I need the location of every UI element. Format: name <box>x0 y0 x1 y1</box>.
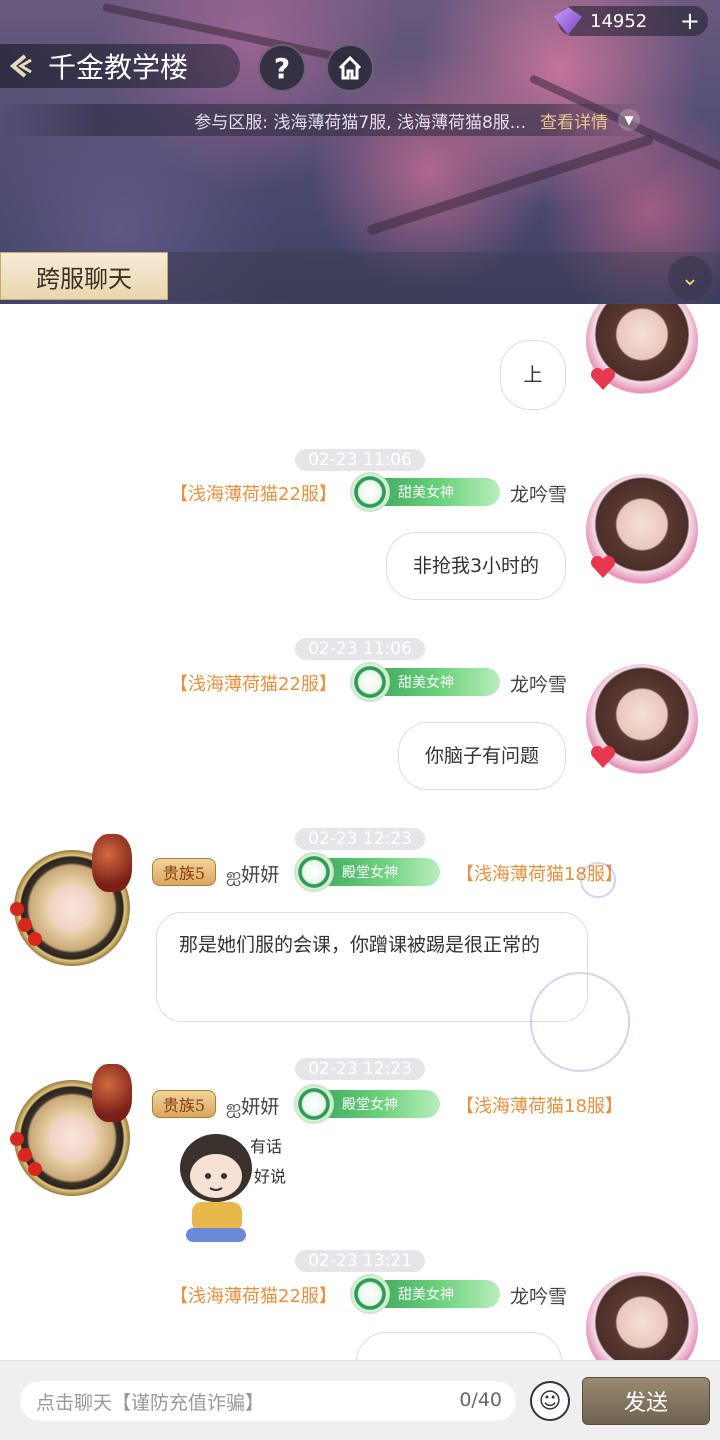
timestamp: 02-23 12:23 <box>295 828 425 850</box>
header-banner: 14952 + 千金教学楼 ? 参与区服: 浅海薄荷猫7服, 浅海薄荷猫8服..… <box>0 0 720 304</box>
message-text: 那是她们服的会课，你蹭课被踢是很正常的 <box>179 934 541 956</box>
noble-badge: 贵族5 <box>152 1090 216 1118</box>
message-text: 非抢我3小时的 <box>412 554 540 577</box>
chat-messages[interactable]: 上 02-23 11:06 【浅海薄荷猫22服】 甜美女神 龙吟雪 非抢我3小时… <box>0 304 720 1360</box>
crown-emblem-icon <box>294 852 334 892</box>
add-currency-icon[interactable]: + <box>680 7 700 35</box>
crown-emblem-icon <box>294 1084 334 1124</box>
char-counter: 0/40 <box>459 1389 502 1411</box>
title-badge-label: 甜美女神 <box>398 1287 454 1303</box>
server-tag: 【浅海薄荷猫22服】 <box>170 484 337 505</box>
chevron-down-icon: ⌄ <box>680 265 700 291</box>
timestamp: 02-23 11:06 <box>295 638 425 660</box>
tab-label: 跨服聊天 <box>36 264 132 293</box>
lantern-decor-icon <box>92 1064 132 1122</box>
gem-icon <box>554 7 582 35</box>
title-badge-label: 殿堂女神 <box>342 865 398 881</box>
currency-amount: 14952 <box>590 10 648 32</box>
chat-input[interactable]: 点击聊天【谨防充值诈骗】 0/40 <box>20 1381 516 1421</box>
sticker-image[interactable]: 有话 好说 <box>170 1122 290 1248</box>
question-icon: ? <box>273 51 291 85</box>
sender-name: ஐ妍妍 <box>226 864 280 886</box>
page-title: 千金教学楼 <box>48 51 189 84</box>
sticker-caption: 好说 <box>254 1167 286 1186</box>
title-badge: 殿堂女神 <box>294 852 440 892</box>
bead-decor-icon <box>28 1162 42 1176</box>
message-text: 上 <box>523 363 543 386</box>
help-button[interactable]: ? <box>258 44 306 92</box>
sender-name: 龙吟雪 <box>510 484 568 506</box>
collapse-button[interactable]: ⌄ <box>668 256 712 300</box>
sender-name: 龙吟雪 <box>510 1286 568 1308</box>
back-arrow-icon <box>0 44 40 88</box>
smiley-icon: ☺ <box>538 1388 562 1414</box>
participating-servers-bar: 参与区服: 浅海薄荷猫7服, 浅海薄荷猫8服... 查看详情 ▼ <box>0 104 640 136</box>
home-icon <box>338 55 362 80</box>
title-badge-label: 殿堂女神 <box>342 1097 398 1113</box>
touch-ripple <box>530 972 630 1072</box>
sender-name: 龙吟雪 <box>510 674 568 696</box>
emoji-button[interactable]: ☺ <box>530 1381 570 1421</box>
sticker-caption: 有话 <box>250 1137 282 1156</box>
message-bubble[interactable]: 你脑子有问题 <box>398 722 566 790</box>
timestamp: 02-23 12:23 <box>295 1058 425 1080</box>
home-button[interactable] <box>326 44 374 92</box>
sender-name: ஐ妍妍 <box>226 1096 280 1118</box>
message-bubble[interactable] <box>356 1332 562 1360</box>
lantern-decor-icon <box>92 834 132 892</box>
chevron-down-icon[interactable]: ▼ <box>618 109 640 131</box>
message-text: 你脑子有问题 <box>424 744 539 767</box>
rose-emblem-icon <box>350 472 390 512</box>
title-badge: 甜美女神 <box>350 1274 500 1314</box>
bead-decor-icon <box>18 918 32 932</box>
send-label: 发送 <box>623 1391 668 1416</box>
server-tag: 【浅海薄荷猫22服】 <box>170 674 337 695</box>
bead-decor-icon <box>10 1132 24 1146</box>
chat-input-bar: 点击聊天【谨防充值诈骗】 0/40 ☺ 发送 <box>0 1360 720 1440</box>
avatar[interactable] <box>586 1272 698 1360</box>
chat-input-placeholder: 点击聊天【谨防充值诈骗】 <box>36 1391 265 1414</box>
message-bubble[interactable]: 那是她们服的会课，你蹭课被踢是很正常的 <box>156 912 588 1022</box>
message-bubble[interactable]: 上 <box>500 340 566 410</box>
decor-branch <box>365 133 655 237</box>
server-tag: 【浅海薄荷猫18服】 <box>456 1096 623 1117</box>
bead-decor-icon <box>28 932 42 946</box>
servers-text: 参与区服: 浅海薄荷猫7服, 浅海薄荷猫8服... <box>194 112 526 133</box>
title-badge: 甜美女神 <box>350 472 500 512</box>
title-badge: 甜美女神 <box>350 662 500 702</box>
view-details-link[interactable]: 查看详情 <box>540 108 608 133</box>
server-tag: 【浅海薄荷猫22服】 <box>170 1286 337 1307</box>
bead-decor-icon <box>10 902 24 916</box>
back-button[interactable]: 千金教学楼 <box>0 44 240 88</box>
title-badge-label: 甜美女神 <box>398 485 454 501</box>
app-root: 14952 + 千金教学楼 ? 参与区服: 浅海薄荷猫7服, 浅海薄荷猫8服..… <box>0 0 720 1440</box>
timestamp: 02-23 13:21 <box>295 1250 425 1272</box>
bead-decor-icon <box>18 1148 32 1162</box>
send-button[interactable]: 发送 <box>582 1377 710 1425</box>
tab-cross-server-chat[interactable]: 跨服聊天 <box>0 252 168 300</box>
rose-emblem-icon <box>350 662 390 702</box>
message-bubble[interactable]: 非抢我3小时的 <box>386 532 566 600</box>
touch-ripple <box>580 862 616 898</box>
rose-emblem-icon <box>350 1274 390 1314</box>
timestamp: 02-23 11:06 <box>295 449 425 471</box>
currency-display[interactable]: 14952 + <box>554 6 708 36</box>
title-badge-label: 甜美女神 <box>398 675 454 691</box>
tab-strip <box>168 252 720 302</box>
title-badge: 殿堂女神 <box>294 1084 440 1124</box>
noble-badge: 贵族5 <box>152 858 216 886</box>
